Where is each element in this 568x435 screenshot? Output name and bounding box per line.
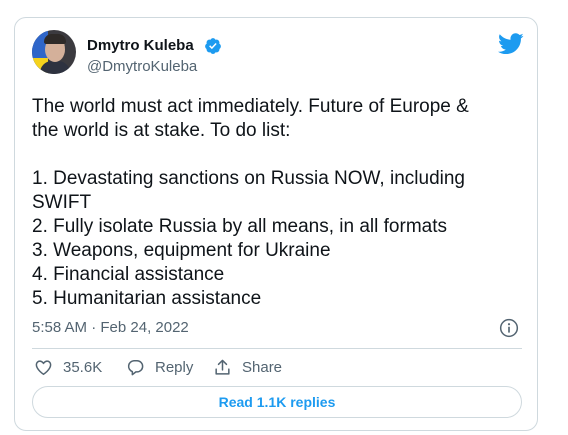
tweet-line: 4. Financial assistance bbox=[32, 264, 225, 285]
reply-button[interactable]: Reply bbox=[126, 356, 193, 378]
tweet-line: the world is at stake. To do list: bbox=[32, 120, 291, 141]
author-name[interactable]: Dmytro Kuleba bbox=[87, 37, 194, 55]
info-icon[interactable] bbox=[499, 318, 519, 338]
tweet-text: The world must act immediately. Future o… bbox=[32, 95, 522, 311]
verified-badge-icon bbox=[205, 38, 221, 54]
like-count: 35.6K bbox=[63, 358, 103, 376]
tweet-line: 3. Weapons, equipment for Ukraine bbox=[32, 240, 331, 261]
share-label: Share bbox=[242, 358, 283, 376]
tweet-line: SWIFT bbox=[32, 192, 92, 213]
tweet-card[interactable]: Dmytro Kuleba @DmytroKuleba The world mu… bbox=[14, 17, 538, 431]
share-button[interactable]: Share bbox=[213, 356, 282, 378]
author-handle[interactable]: @DmytroKuleba bbox=[87, 58, 197, 76]
divider bbox=[32, 348, 522, 349]
reply-label: Reply bbox=[155, 358, 194, 376]
heart-icon bbox=[35, 359, 52, 375]
tweet-line: 2. Fully isolate Russia by all means, in… bbox=[32, 216, 447, 237]
tweet-line: The world must act immediately. Future o… bbox=[32, 96, 469, 117]
tweet-line: 1. Devastating sanctions on Russia NOW, … bbox=[32, 168, 465, 189]
author-avatar[interactable] bbox=[32, 30, 76, 74]
twitter-bird-icon[interactable] bbox=[498, 33, 524, 55]
tweet-timestamp[interactable]: 5:58 AM · Feb 24, 2022 bbox=[32, 319, 189, 337]
reply-icon bbox=[127, 359, 144, 375]
like-button[interactable]: 35.6K bbox=[34, 356, 102, 378]
read-replies-button[interactable]: Read 1.1K replies bbox=[32, 386, 522, 418]
tweet-line: 5. Humanitarian assistance bbox=[32, 288, 262, 309]
share-icon bbox=[215, 359, 230, 375]
